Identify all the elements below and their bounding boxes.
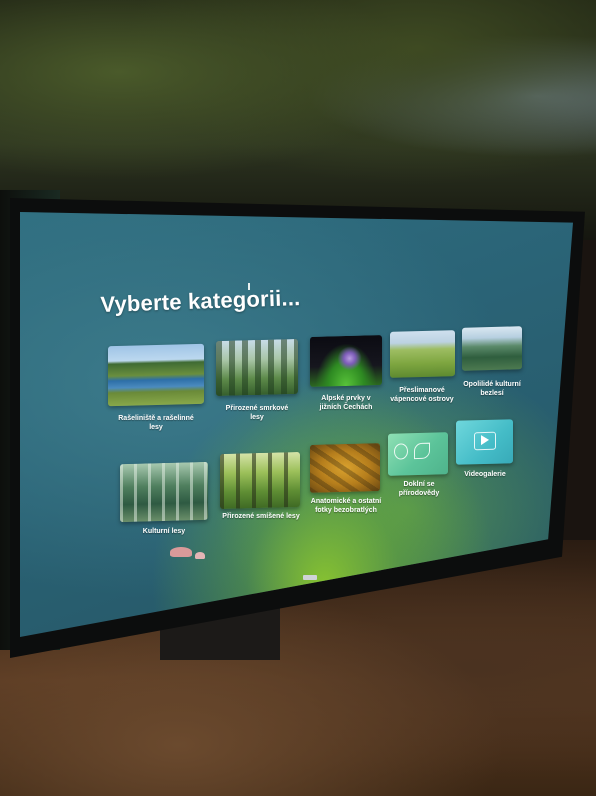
category-thumbnail-science[interactable] bbox=[388, 432, 448, 476]
category-label: Alpské prvky v jižních Čechách bbox=[319, 395, 373, 411]
category-label: Doklní se přírodovědy bbox=[398, 481, 440, 497]
category-thumbnail-video[interactable] bbox=[456, 419, 513, 465]
play-icon bbox=[481, 434, 489, 446]
category-label: Kulturní lesy bbox=[142, 528, 186, 535]
category-label: Rašeliniště a rašelinné lesy bbox=[118, 415, 194, 431]
category-thumbnail-alpine[interactable] bbox=[310, 335, 382, 387]
category-thumbnail-cultural[interactable] bbox=[462, 326, 522, 371]
mushroom-decoration bbox=[170, 547, 192, 557]
category-thumbnail-spruce[interactable] bbox=[216, 338, 298, 397]
category-label: Přirozené smíšené lesy bbox=[222, 513, 300, 520]
category-label: Anatomické a ostatní fotky bezobratlých bbox=[310, 498, 382, 514]
category-thumbnail-limestone[interactable] bbox=[390, 330, 455, 378]
science-icon bbox=[394, 443, 408, 460]
monitor-brand-logo bbox=[303, 575, 317, 580]
category-label: Přirozené smrkové lesy bbox=[225, 405, 289, 421]
mushroom-decoration bbox=[195, 552, 205, 559]
category-label: Opolilidé kulturní bezlesí bbox=[463, 381, 521, 397]
leaf-icon bbox=[414, 442, 430, 460]
category-thumbnail-anatomy[interactable] bbox=[310, 443, 380, 493]
category-label: Videogalerie bbox=[464, 471, 506, 478]
category-thumbnail-mixed-forest[interactable] bbox=[220, 451, 300, 510]
category-label: Přeslimanové vápencové ostrovy bbox=[390, 387, 454, 403]
category-thumbnail-bog[interactable] bbox=[108, 343, 204, 407]
category-thumbnail-cultural-forest[interactable] bbox=[120, 461, 208, 523]
